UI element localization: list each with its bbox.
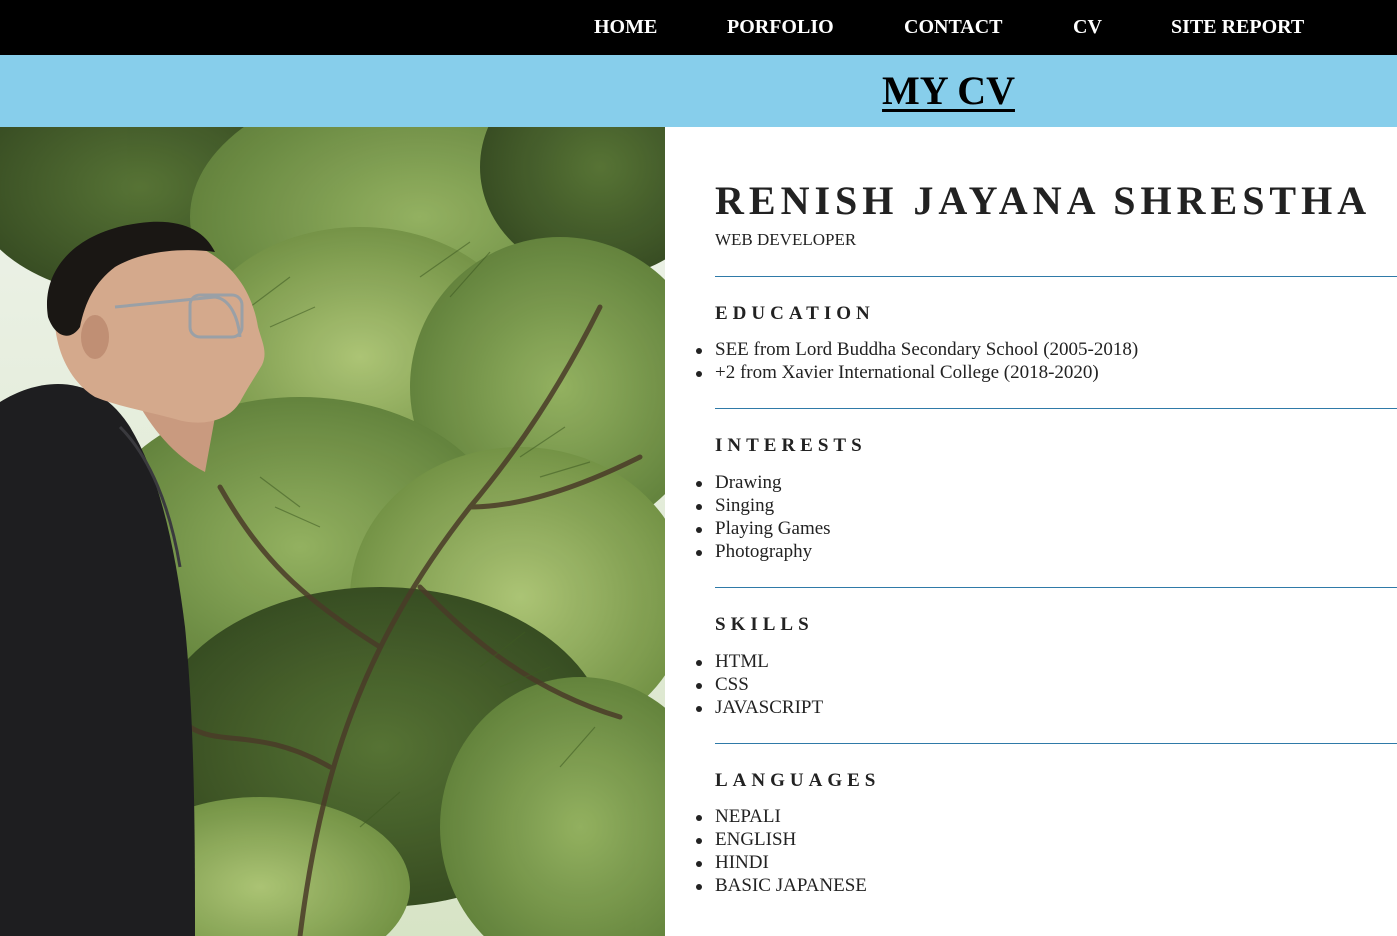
nav-site-report-link[interactable]: SITE REPORT bbox=[1171, 15, 1304, 39]
language-item: ENGLISH bbox=[696, 828, 867, 851]
interest-item: Photography bbox=[696, 540, 831, 563]
skill-item: HTML bbox=[695, 650, 823, 673]
job-title: WEB DEVELOPER bbox=[715, 230, 857, 249]
education-item: +2 from Xavier International College (20… bbox=[695, 361, 1138, 384]
nav-contact-link[interactable]: CONTACT bbox=[904, 15, 1003, 39]
education-list: SEE from Lord Buddha Secondary School (2… bbox=[695, 338, 1139, 384]
section-divider bbox=[715, 276, 1397, 277]
person-name: RENISH JAYANA SHRESTHA bbox=[715, 178, 1372, 223]
interest-item: Drawing bbox=[696, 471, 831, 494]
section-divider bbox=[715, 408, 1397, 409]
interest-item: Singing bbox=[696, 494, 831, 517]
languages-heading: LANGUAGES bbox=[715, 770, 881, 791]
profile-photo bbox=[0, 127, 665, 936]
profile-photo-illustration bbox=[0, 127, 665, 936]
skills-list: HTML CSS JAVASCRIPT bbox=[695, 650, 824, 719]
language-item: BASIC JAPANESE bbox=[696, 875, 867, 896]
education-item: SEE from Lord Buddha Secondary School (2… bbox=[695, 339, 1139, 360]
section-divider bbox=[715, 743, 1397, 744]
skill-item: CSS bbox=[695, 673, 823, 696]
interests-heading: INTERESTS bbox=[715, 435, 867, 456]
language-item: NEPALI bbox=[696, 805, 867, 828]
languages-list: NEPALI ENGLISH HINDI BASIC JAPANESE bbox=[696, 805, 867, 897]
skill-item: JAVASCRIPT bbox=[695, 697, 824, 718]
top-navigation: HOME PORFOLIO CONTACT CV SITE REPORT bbox=[0, 0, 1397, 55]
cv-header-band: MY CV bbox=[0, 55, 1397, 127]
interests-list: Drawing Singing Playing Games Photograph… bbox=[696, 471, 831, 563]
section-divider bbox=[715, 587, 1397, 588]
education-heading: EDUCATION bbox=[715, 303, 875, 324]
nav-cv-link[interactable]: CV bbox=[1073, 15, 1102, 39]
skills-heading: SKILLS bbox=[715, 614, 814, 635]
interest-item: Playing Games bbox=[696, 518, 831, 539]
page-title: MY CV bbox=[882, 68, 1015, 113]
language-item: HINDI bbox=[696, 851, 867, 874]
nav-home-link[interactable]: HOME bbox=[594, 15, 657, 39]
nav-portfolio-link[interactable]: PORFOLIO bbox=[727, 15, 834, 39]
